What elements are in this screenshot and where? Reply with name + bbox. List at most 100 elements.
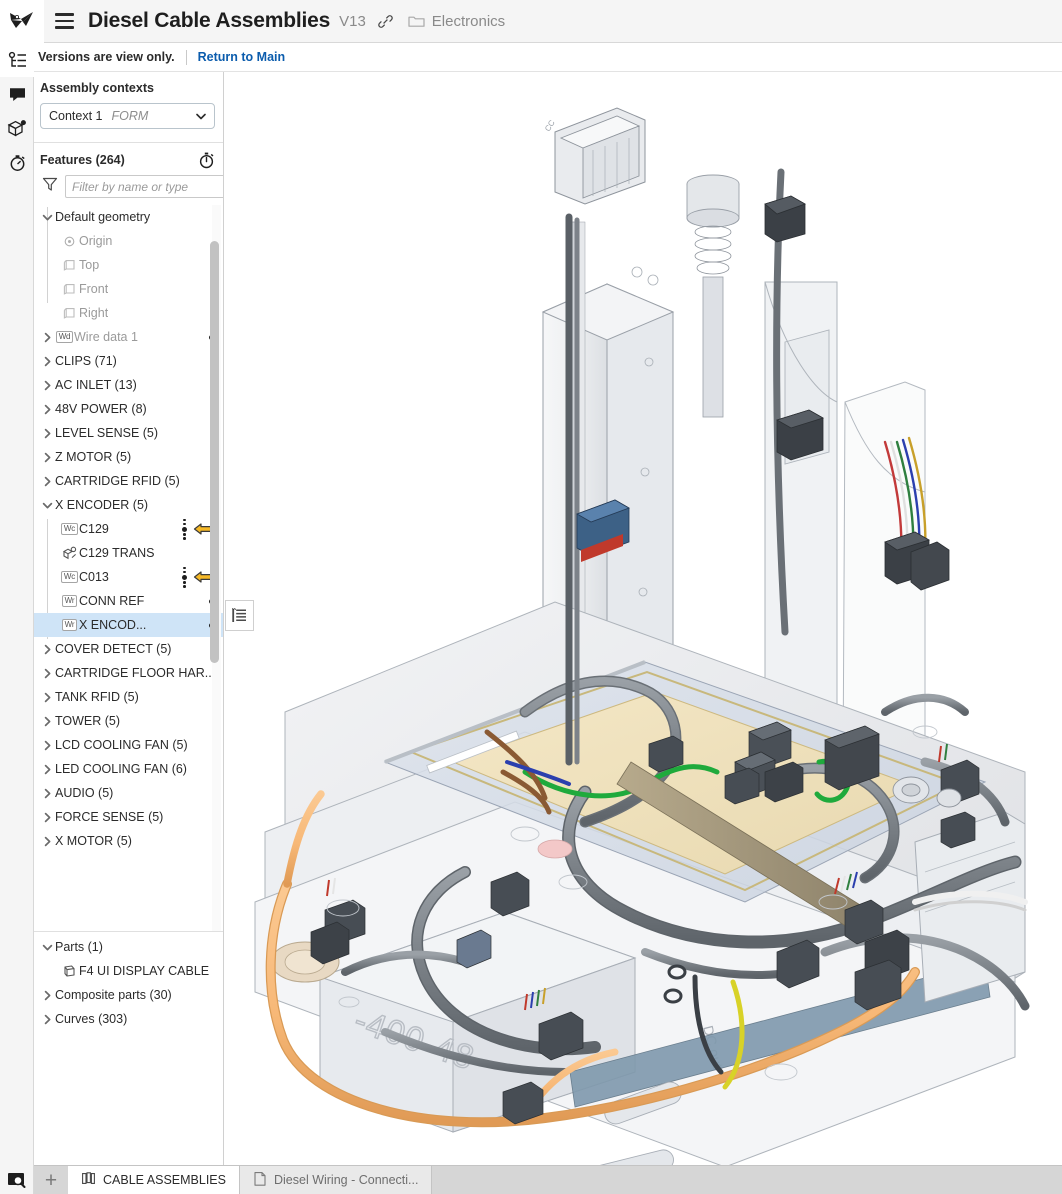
- tree-caret[interactable]: [40, 812, 55, 823]
- sidebar-scrollbar-track[interactable]: [212, 205, 221, 932]
- comments-icon[interactable]: [0, 77, 34, 111]
- feature-tree-item[interactable]: AUDIO (5): [34, 781, 223, 805]
- tree-caret[interactable]: [40, 644, 55, 655]
- tree-caret[interactable]: [40, 716, 55, 727]
- tree-caret[interactable]: [40, 764, 55, 775]
- feature-tree-item[interactable]: Right: [34, 301, 223, 325]
- feature-tree-item[interactable]: CARTRIDGE RFID (5): [34, 469, 223, 493]
- feature-tree-item[interactable]: CARTRIDGE FLOOR HAR...: [34, 661, 223, 685]
- feature-tree-icon[interactable]: [0, 43, 34, 77]
- assembly-cube-icon[interactable]: [0, 111, 34, 145]
- document-tab[interactable]: CABLE ASSEMBLIES: [68, 1166, 240, 1194]
- context-select-label: Context 1: [49, 109, 103, 123]
- tree-caret[interactable]: [40, 990, 55, 1001]
- feature-tree-item[interactable]: Parts (1): [34, 935, 223, 959]
- filter-input[interactable]: [65, 175, 224, 198]
- tree-caret[interactable]: [40, 212, 55, 223]
- feature-tree-item[interactable]: Curves (303): [34, 1007, 223, 1031]
- version-history-icon[interactable]: [0, 145, 34, 179]
- feature-tree-list: Default geometryOriginTopFrontRightWdWir…: [34, 205, 223, 853]
- feature-tree-item[interactable]: TANK RFID (5): [34, 685, 223, 709]
- feature-tree-item[interactable]: Composite parts (30): [34, 983, 223, 1007]
- tree-caret[interactable]: [40, 404, 55, 415]
- origin-icon: [60, 235, 79, 248]
- tree-caret[interactable]: [40, 836, 55, 847]
- feature-tree-item[interactable]: WcC013: [34, 565, 223, 589]
- feature-badge-wrap: Wc: [60, 571, 79, 583]
- plane-icon: [63, 306, 77, 320]
- chevron-right-icon: [42, 692, 53, 703]
- search-view-glyph: [7, 1171, 27, 1188]
- funnel-filter-icon[interactable]: [42, 176, 58, 197]
- feature-tree-item[interactable]: LED COOLING FAN (6): [34, 757, 223, 781]
- document-tab-bar: + CABLE ASSEMBLIESDiesel Wiring - Connec…: [34, 1165, 1062, 1194]
- stopwatch-icon[interactable]: [198, 151, 215, 169]
- feature-tree-item[interactable]: Origin: [34, 229, 223, 253]
- tree-caret[interactable]: [40, 740, 55, 751]
- list-panel-glyph: [231, 607, 248, 624]
- page-title: Diesel Cable Assemblies: [88, 9, 330, 33]
- status-dots-icon[interactable]: [182, 519, 187, 540]
- folder-icon: [408, 14, 425, 28]
- tree-caret[interactable]: [40, 356, 55, 367]
- link-glyph: [377, 13, 394, 30]
- status-dots-icon[interactable]: [182, 567, 187, 588]
- feature-tree-item[interactable]: F4 UI DISPLAY CABLE: [34, 959, 223, 983]
- tree-caret[interactable]: [40, 332, 55, 343]
- chevron-down-icon: [42, 942, 53, 953]
- features-header: Features (264): [34, 143, 223, 175]
- feature-tree-item-label: Curves (303): [55, 1012, 127, 1026]
- feature-tree-item[interactable]: CLIPS (71): [34, 349, 223, 373]
- tree-caret[interactable]: [40, 428, 55, 439]
- feature-tree-item[interactable]: C129 TRANS: [34, 541, 223, 565]
- link-icon[interactable]: [377, 13, 394, 30]
- feature-tree-scroll-area[interactable]: Default geometryOriginTopFrontRightWdWir…: [34, 205, 223, 932]
- tree-caret[interactable]: [40, 500, 55, 511]
- chevron-right-icon: [42, 990, 53, 1001]
- add-tab-button[interactable]: +: [34, 1166, 68, 1194]
- tree-caret[interactable]: [40, 1014, 55, 1025]
- feature-tree-item[interactable]: X ENCODER (5): [34, 493, 223, 517]
- feature-tree-item[interactable]: TOWER (5): [34, 709, 223, 733]
- feature-tree-item[interactable]: AC INLET (13): [34, 373, 223, 397]
- cad-viewport[interactable]: CC: [225, 72, 1062, 1165]
- tree-caret[interactable]: [40, 788, 55, 799]
- feature-tree-item[interactable]: LEVEL SENSE (5): [34, 421, 223, 445]
- feature-tree-item[interactable]: LCD COOLING FAN (5): [34, 733, 223, 757]
- feature-tree-item-label: CLIPS (71): [55, 354, 117, 368]
- tree-caret[interactable]: [40, 942, 55, 953]
- tree-caret[interactable]: [40, 380, 55, 391]
- search-view-icon[interactable]: [0, 1165, 34, 1194]
- feature-tree-item[interactable]: FORCE SENSE (5): [34, 805, 223, 829]
- feature-tree-item[interactable]: WdWire data 1: [34, 325, 223, 349]
- tree-caret[interactable]: [40, 476, 55, 487]
- assembly-contexts-section: Assembly contexts Context 1 FORM: [34, 72, 223, 143]
- return-to-main-link[interactable]: Return to Main: [198, 50, 286, 64]
- chevron-right-icon: [42, 476, 53, 487]
- feature-tree-item[interactable]: Default geometry: [34, 205, 223, 229]
- tree-caret[interactable]: [40, 692, 55, 703]
- tree-caret[interactable]: [40, 452, 55, 463]
- feature-tree-item-label: AUDIO (5): [55, 786, 113, 800]
- feature-tree-item-label: CARTRIDGE FLOOR HAR...: [55, 666, 215, 680]
- feature-tree-item[interactable]: 48V POWER (8): [34, 397, 223, 421]
- tree-caret[interactable]: [40, 668, 55, 679]
- feature-tree-item[interactable]: X MOTOR (5): [34, 829, 223, 853]
- list-panel-icon[interactable]: [225, 600, 254, 631]
- breadcrumb[interactable]: Electronics: [408, 13, 505, 30]
- document-tab[interactable]: Diesel Wiring - Connecti...: [240, 1166, 433, 1194]
- feature-tree-item[interactable]: Front: [34, 277, 223, 301]
- feature-tree-item[interactable]: WrCONN REF: [34, 589, 223, 613]
- feature-tree-item[interactable]: Top: [34, 253, 223, 277]
- feature-tree-item-label: TANK RFID (5): [55, 690, 139, 704]
- chevron-right-icon: [42, 836, 53, 847]
- feature-tree-item-label: CARTRIDGE RFID (5): [55, 474, 180, 488]
- feature-tree-item[interactable]: COVER DETECT (5): [34, 637, 223, 661]
- onshape-logo-icon[interactable]: [0, 0, 44, 43]
- context-select[interactable]: Context 1 FORM: [40, 103, 215, 129]
- feature-tree-item[interactable]: WrX ENCOD...: [34, 613, 223, 637]
- feature-tree-item[interactable]: WcC129: [34, 517, 223, 541]
- hamburger-menu-icon[interactable]: [44, 0, 84, 43]
- sidebar-scrollbar-thumb[interactable]: [210, 241, 219, 663]
- feature-tree-item[interactable]: Z MOTOR (5): [34, 445, 223, 469]
